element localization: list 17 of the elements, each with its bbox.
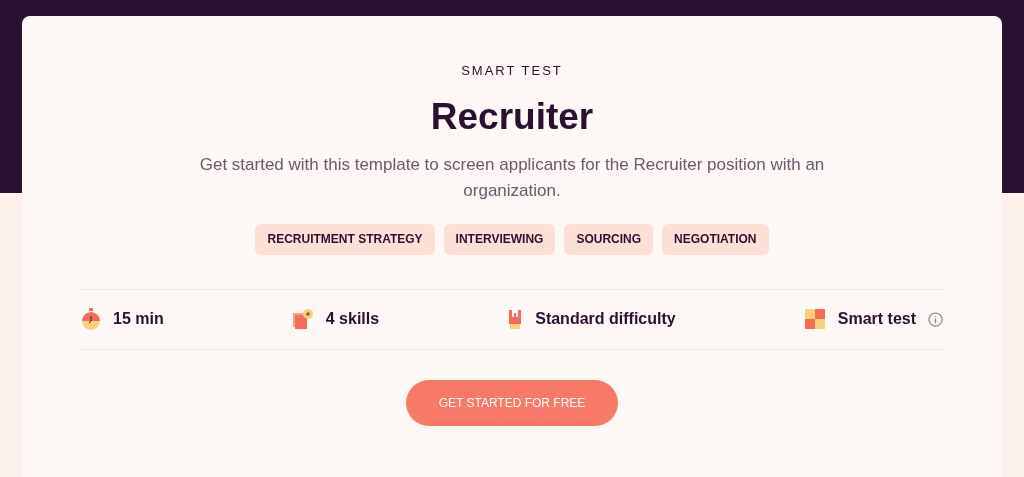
hand-icon [507, 307, 524, 332]
stopwatch-icon [81, 308, 101, 331]
skill-tag: SOURCING [564, 223, 654, 255]
cards-icon [291, 308, 314, 331]
skill-tag: RECRUITMENT STRATEGY [255, 223, 435, 255]
description: Get started with this template to screen applicants for the Recruiter position with an organization. [198, 153, 826, 202]
eyebrow: SMART TEST [461, 62, 563, 80]
skill-tag: INTERVIEWING [443, 223, 556, 255]
puzzle-icon [803, 308, 826, 331]
stat-label: Standard difficulty [535, 309, 676, 330]
stat-label: 4 skills [325, 309, 380, 330]
page-title: Recruiter [430, 94, 594, 139]
stat-label: 15 min [113, 309, 164, 330]
skill-tag: NEGOTIATION [662, 223, 769, 255]
stat-label: Smart test [837, 309, 916, 330]
get-started-button[interactable]: GET STARTED FOR FREE [406, 379, 618, 426]
info-icon[interactable] [928, 311, 943, 327]
